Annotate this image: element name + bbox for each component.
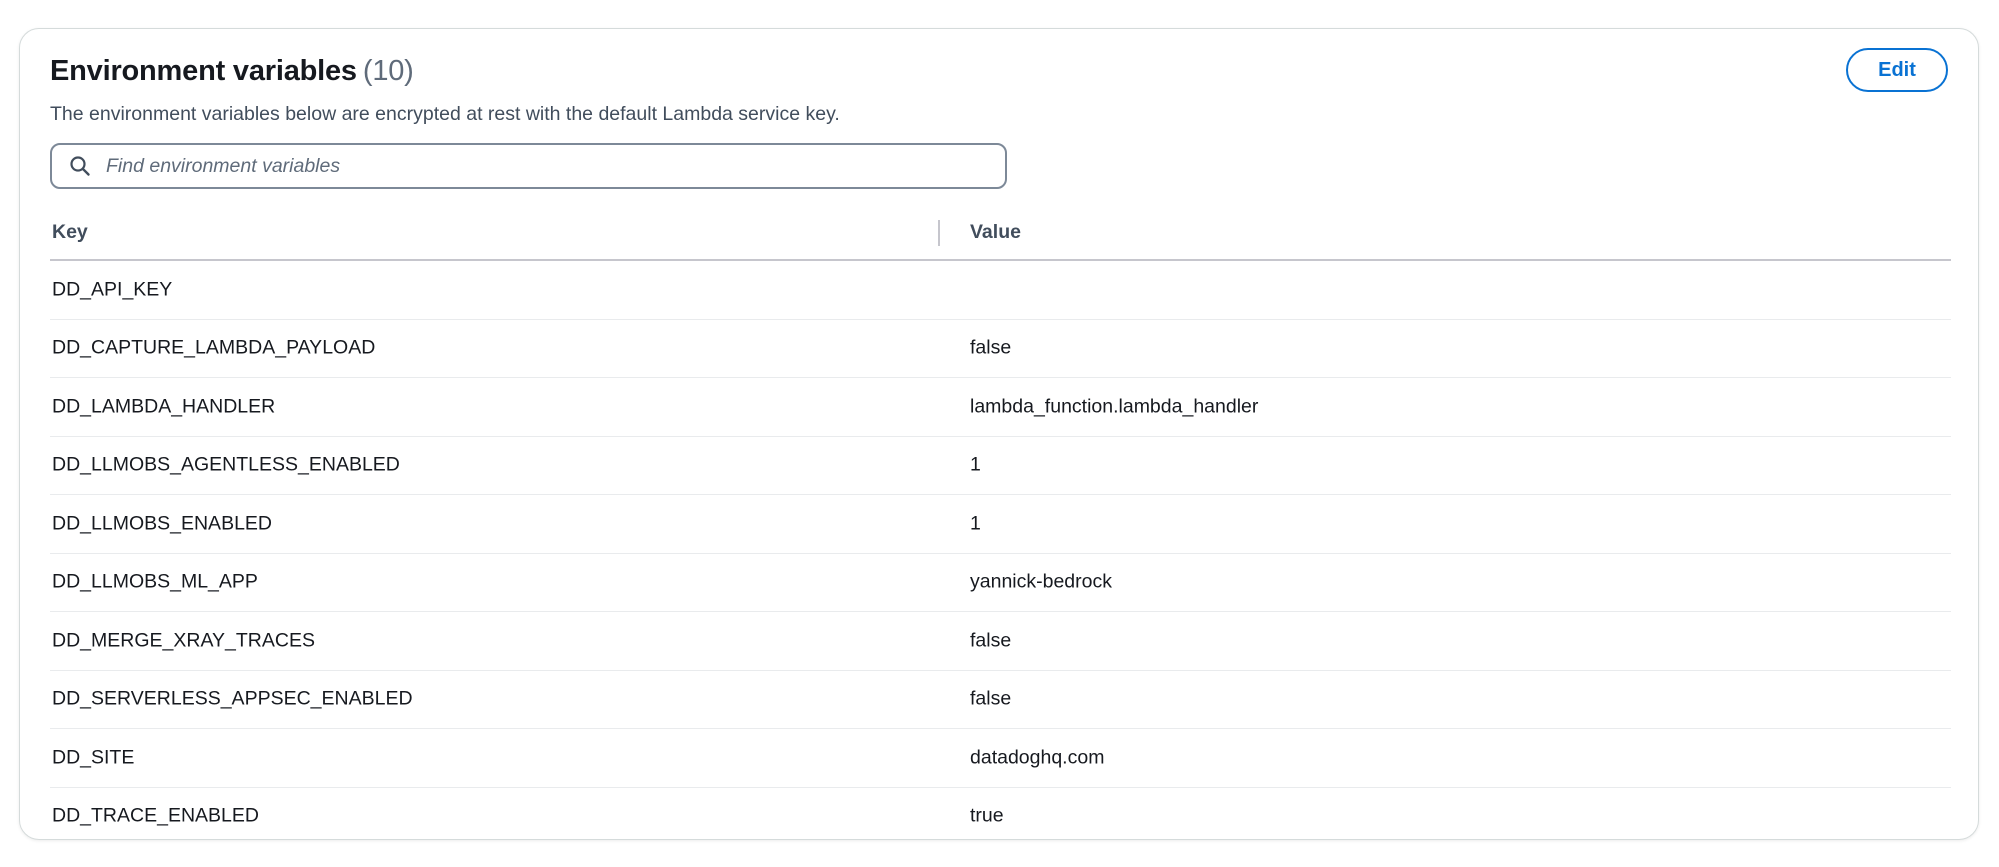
search-input[interactable] xyxy=(104,153,988,179)
cell-key: DD_LLMOBS_ML_APP xyxy=(52,570,258,593)
panel-description: The environment variables below are encr… xyxy=(50,103,840,125)
cell-key: DD_TRACE_ENABLED xyxy=(52,804,259,827)
column-header-key[interactable]: Key xyxy=(52,221,88,244)
table-body: DD_API_KEY DD_CAPTURE_LAMBDA_PAYLOAD fal… xyxy=(50,261,1951,845)
search-box[interactable] xyxy=(50,143,1007,189)
cell-key: DD_LAMBDA_HANDLER xyxy=(52,395,276,418)
cell-value: lambda_function.lambda_handler xyxy=(970,395,1259,418)
panel-title: Environment variables (10) xyxy=(50,55,414,88)
environment-variables-panel: Environment variables (10) The environmen… xyxy=(19,28,1979,840)
table-row: DD_LLMOBS_ML_APP yannick-bedrock xyxy=(50,554,1951,612)
cell-key: DD_LLMOBS_AGENTLESS_ENABLED xyxy=(52,453,400,476)
cell-key: DD_API_KEY xyxy=(52,278,173,301)
edit-button[interactable]: Edit xyxy=(1846,48,1948,92)
table-row: DD_LAMBDA_HANDLER lambda_function.lambda… xyxy=(50,378,1951,437)
table-row: DD_LLMOBS_AGENTLESS_ENABLED 1 xyxy=(50,437,1951,495)
table-row: DD_SERVERLESS_APPSEC_ENABLED false xyxy=(50,671,1951,729)
cell-value: 1 xyxy=(970,512,981,535)
column-header-value[interactable]: Value xyxy=(970,221,1021,244)
cell-value: false xyxy=(970,687,1012,710)
table-row: DD_TRACE_ENABLED true xyxy=(50,788,1951,846)
panel-title-text: Environment variables xyxy=(50,55,357,87)
table-row: DD_MERGE_XRAY_TRACES false xyxy=(50,612,1951,671)
cell-key: DD_MERGE_XRAY_TRACES xyxy=(52,629,315,652)
column-resize-handle[interactable] xyxy=(938,220,940,246)
table-header: Key Value xyxy=(50,205,1951,261)
cell-value: 1 xyxy=(970,453,981,476)
cell-key: DD_CAPTURE_LAMBDA_PAYLOAD xyxy=(52,336,376,359)
cell-key: DD_LLMOBS_ENABLED xyxy=(52,512,273,535)
table-row: DD_API_KEY xyxy=(50,261,1951,320)
cell-key: DD_SITE xyxy=(52,746,135,769)
table-row: DD_SITE datadoghq.com xyxy=(50,729,1951,788)
variable-count: (10) xyxy=(362,55,414,87)
cell-value: datadoghq.com xyxy=(970,746,1105,769)
cell-value: true xyxy=(970,804,1004,827)
search-icon xyxy=(68,154,92,178)
cell-value: false xyxy=(970,629,1012,652)
cell-value: yannick-bedrock xyxy=(970,570,1112,593)
table-row: DD_CAPTURE_LAMBDA_PAYLOAD false xyxy=(50,320,1951,378)
cell-key: DD_SERVERLESS_APPSEC_ENABLED xyxy=(52,687,413,710)
table-row: DD_LLMOBS_ENABLED 1 xyxy=(50,495,1951,554)
environment-variables-table: Key Value DD_API_KEY DD_CAPTURE_LAMBDA_P… xyxy=(50,205,1951,845)
cell-value: false xyxy=(970,336,1012,359)
